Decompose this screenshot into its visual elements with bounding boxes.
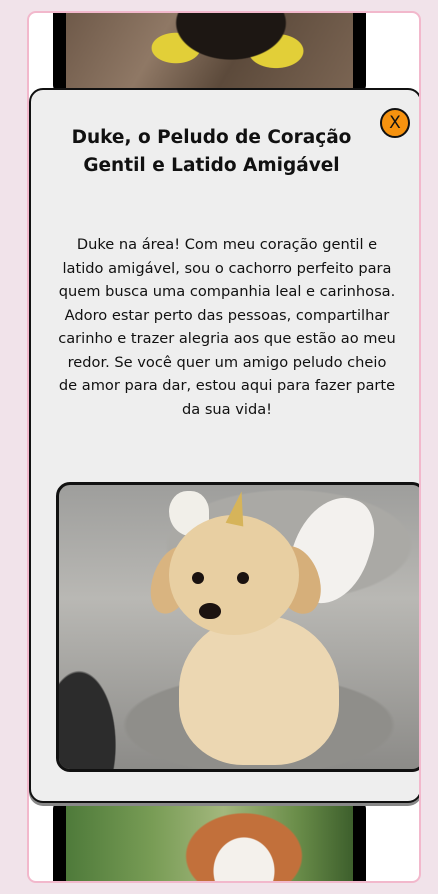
dog-detail-modal: Duke, o Peludo de Coração Gentil e Latid… (29, 88, 419, 803)
modal-description: Duke na área! Com meu coração gentil e l… (58, 236, 396, 418)
dog-card-previous[interactable] (53, 13, 366, 93)
dog-card-next[interactable] (53, 801, 366, 881)
app-frame: Duke, o Peludo de Coração Gentil e Latid… (27, 11, 421, 883)
dog-photo-previous (66, 13, 353, 93)
modal-title: Duke, o Peludo de Coração Gentil e Latid… (71, 127, 352, 176)
dog-photo (56, 482, 419, 772)
dog-photo-next (66, 801, 353, 881)
close-button[interactable]: X (380, 108, 410, 138)
close-icon: X (389, 113, 401, 133)
